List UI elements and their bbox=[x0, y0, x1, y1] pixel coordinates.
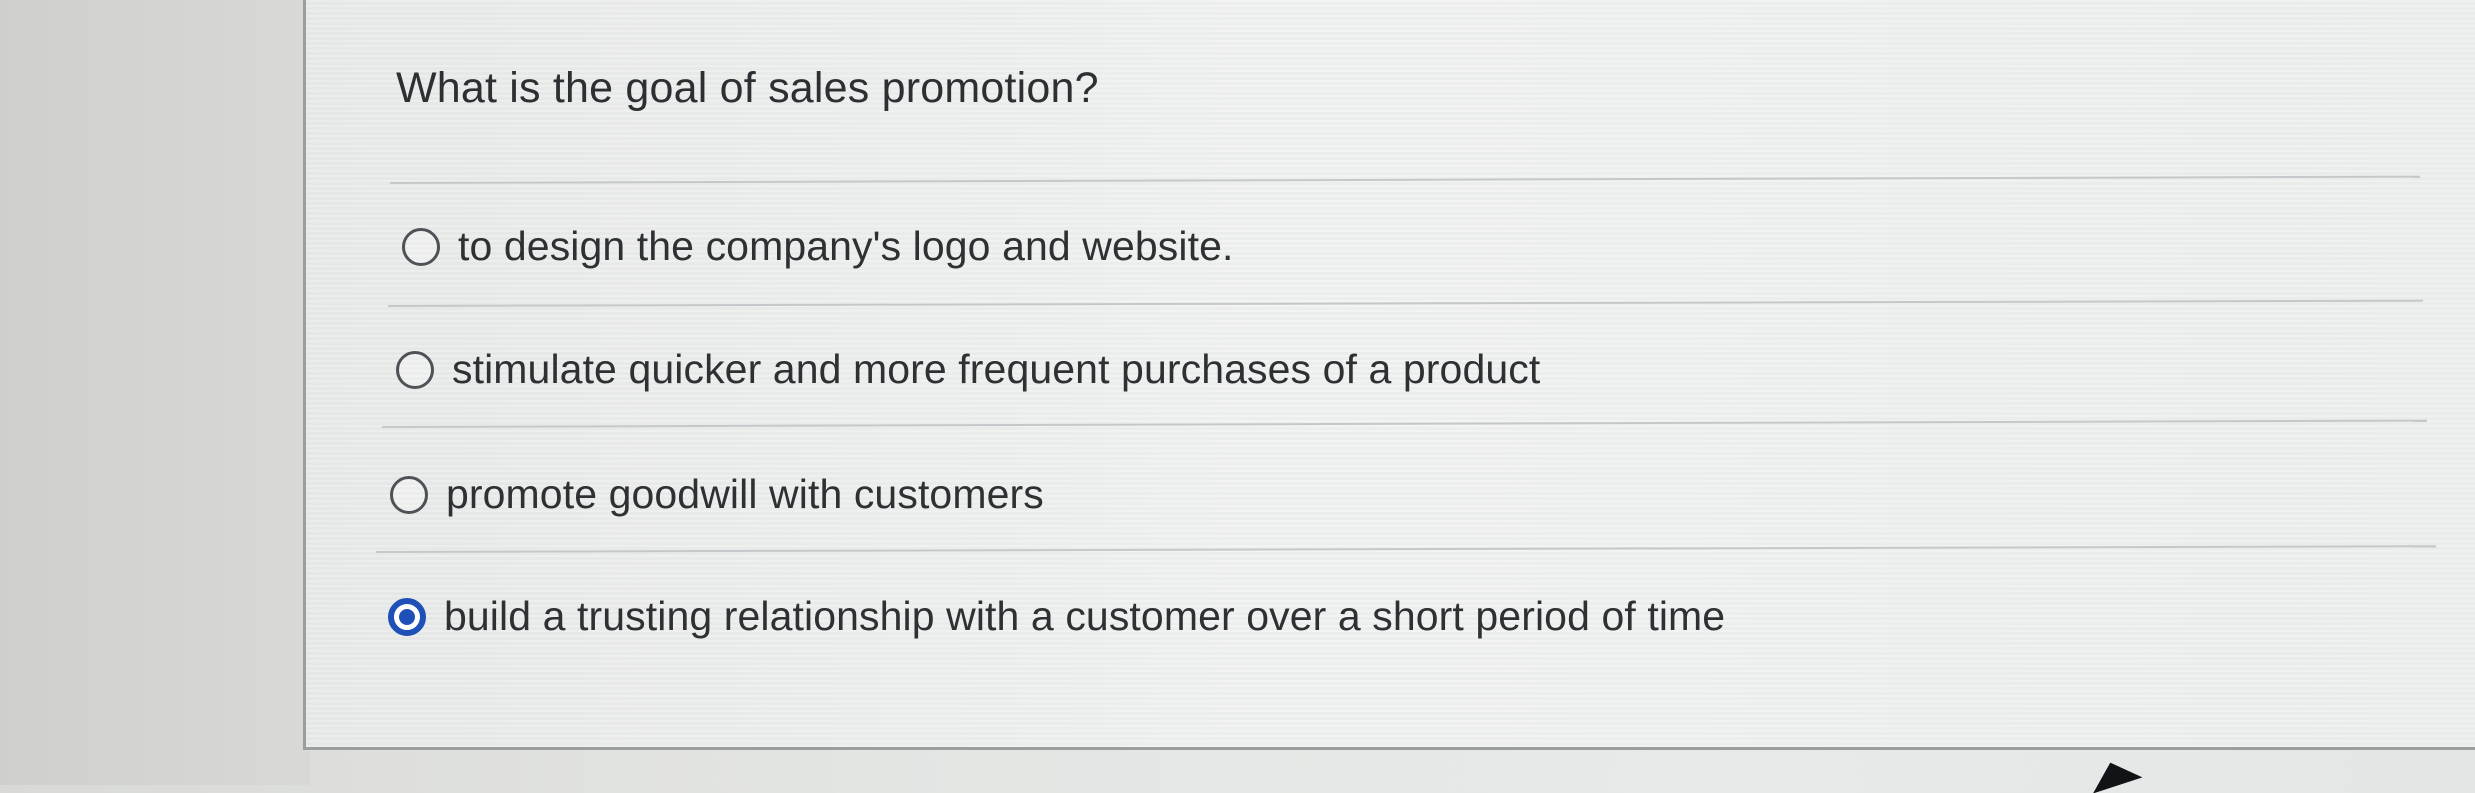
answer-option-logo-website[interactable]: to design the company's logo and website… bbox=[402, 226, 1233, 267]
radio-unselected-icon[interactable] bbox=[396, 350, 434, 389]
radio-selected-icon[interactable] bbox=[388, 597, 426, 636]
answer-option-label: promote goodwill with customers bbox=[446, 471, 1044, 517]
left-background-edge bbox=[0, 0, 310, 785]
question-text: What is the goal of sales promotion? bbox=[396, 64, 1099, 112]
question-panel: What is the goal of sales promotion? to … bbox=[303, 0, 2475, 750]
selected-radio-dot bbox=[399, 608, 415, 625]
option-separator bbox=[375, 545, 2436, 553]
option-separator bbox=[381, 419, 2427, 428]
answer-option-goodwill[interactable]: promote goodwill with customers bbox=[390, 474, 1044, 515]
radio-unselected-icon[interactable] bbox=[390, 475, 428, 514]
answer-option-label: stimulate quicker and more frequent purc… bbox=[452, 346, 1541, 392]
question-options-separator bbox=[389, 175, 2420, 184]
answer-option-quicker-purchases[interactable]: stimulate quicker and more frequent purc… bbox=[396, 349, 1540, 390]
answer-option-trusting-relationship[interactable]: build a trusting relationship with a cus… bbox=[388, 596, 1725, 637]
option-separator bbox=[387, 299, 2423, 307]
mouse-cursor-icon bbox=[2085, 754, 2143, 793]
radio-unselected-icon[interactable] bbox=[402, 227, 440, 266]
answer-option-label: build a trusting relationship with a cus… bbox=[444, 593, 1726, 639]
answer-option-label: to design the company's logo and website… bbox=[458, 223, 1234, 269]
